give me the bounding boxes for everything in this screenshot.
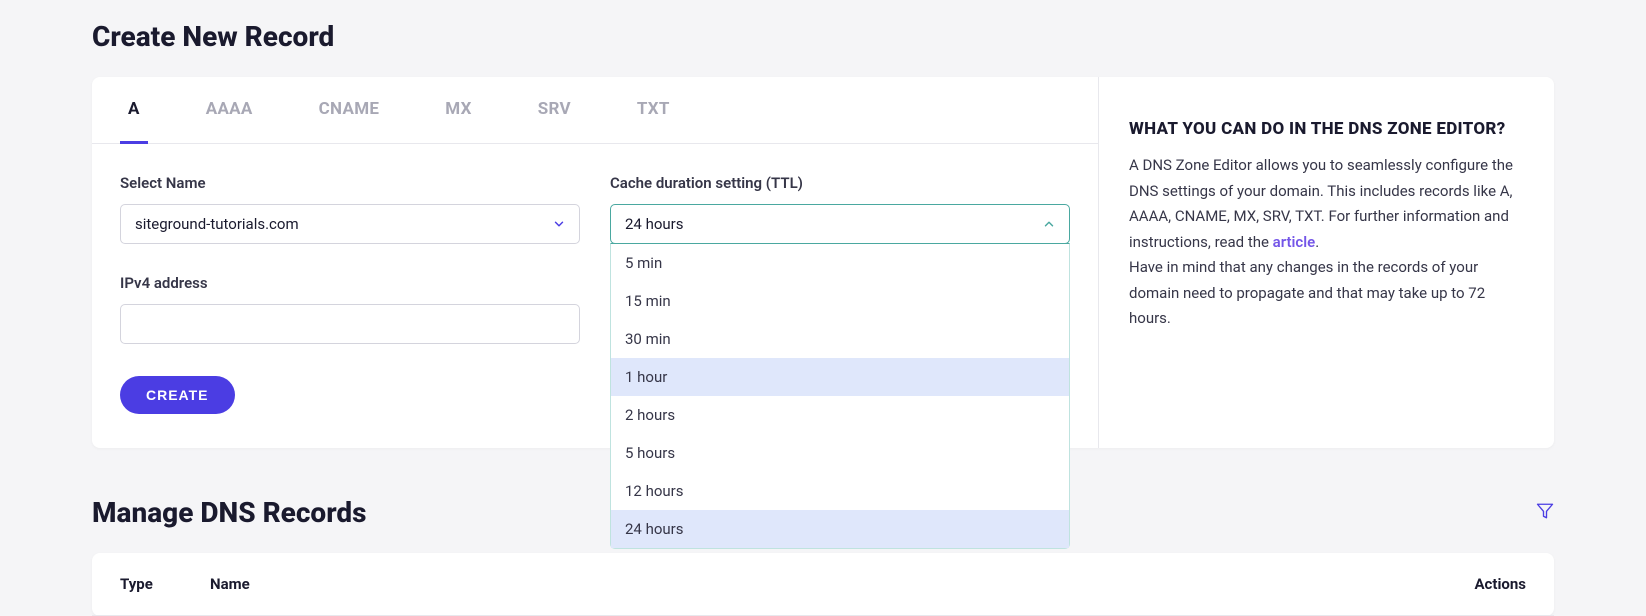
- ttl-dropdown: 5 min 15 min 30 min 1 hour 2 hours 5 hou…: [610, 243, 1070, 549]
- ttl-select-input[interactable]: [610, 204, 1070, 244]
- record-type-tabs: A AAAA CNAME MX SRV TXT: [92, 77, 1098, 144]
- tab-txt[interactable]: TXT: [629, 77, 678, 144]
- form-area: Select Name Cache duration setting (TTL): [92, 144, 1098, 448]
- ttl-option[interactable]: 24 hours: [611, 510, 1069, 548]
- ttl-label: Cache duration setting (TTL): [610, 174, 1070, 192]
- ttl-option[interactable]: 5 min: [611, 244, 1069, 282]
- dns-records-table: Type Name Actions: [92, 553, 1554, 616]
- form-panel: A AAAA CNAME MX SRV TXT Select Name: [92, 77, 1099, 448]
- tab-cname[interactable]: CNAME: [311, 77, 388, 144]
- column-type: Type: [120, 575, 210, 593]
- name-select-input[interactable]: [120, 204, 580, 244]
- manage-title: Manage DNS Records: [92, 496, 367, 529]
- create-record-card: A AAAA CNAME MX SRV TXT Select Name: [92, 77, 1554, 448]
- column-name: Name: [210, 575, 1436, 593]
- create-button[interactable]: CREATE: [120, 376, 235, 414]
- ttl-option[interactable]: 12 hours: [611, 472, 1069, 510]
- table-header: Type Name Actions: [92, 553, 1554, 616]
- tab-mx[interactable]: MX: [437, 77, 479, 144]
- info-panel: WHAT YOU CAN DO IN THE DNS ZONE EDITOR? …: [1099, 77, 1554, 448]
- info-text: A DNS Zone Editor allows you to seamless…: [1129, 153, 1522, 332]
- ttl-option[interactable]: 5 hours: [611, 434, 1069, 472]
- ttl-option[interactable]: 2 hours: [611, 396, 1069, 434]
- ipv4-field: IPv4 address: [120, 274, 580, 344]
- ttl-select[interactable]: 5 min 15 min 30 min 1 hour 2 hours 5 hou…: [610, 204, 1070, 244]
- article-link[interactable]: article: [1273, 233, 1316, 251]
- name-field: Select Name: [120, 174, 580, 244]
- name-label: Select Name: [120, 174, 580, 192]
- tab-a[interactable]: A: [120, 77, 148, 144]
- column-actions: Actions: [1436, 575, 1526, 593]
- ttl-field: Cache duration setting (TTL) 5 min 15 mi…: [610, 174, 1070, 244]
- ttl-option[interactable]: 1 hour: [611, 358, 1069, 396]
- ttl-option[interactable]: 30 min: [611, 320, 1069, 358]
- tab-aaaa[interactable]: AAAA: [198, 77, 261, 144]
- tab-srv[interactable]: SRV: [530, 77, 579, 144]
- ipv4-input[interactable]: [120, 304, 580, 344]
- ttl-option[interactable]: 15 min: [611, 282, 1069, 320]
- name-select[interactable]: [120, 204, 580, 244]
- filter-icon[interactable]: [1536, 502, 1554, 524]
- ipv4-label: IPv4 address: [120, 274, 580, 292]
- page-title: Create New Record: [92, 20, 1554, 53]
- info-title: WHAT YOU CAN DO IN THE DNS ZONE EDITOR?: [1129, 119, 1522, 139]
